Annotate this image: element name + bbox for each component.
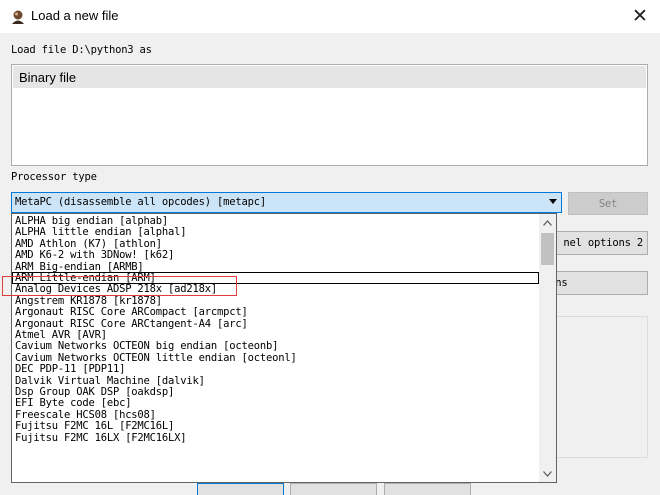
- set-processor-button[interactable]: Set: [568, 192, 648, 215]
- processor-option[interactable]: ALPHA little endian [alphal]: [12, 226, 539, 238]
- help-button[interactable]: [384, 483, 471, 495]
- processor-option[interactable]: AMD K6-2 with 3DNow! [k62]: [12, 249, 539, 261]
- processor-type-select[interactable]: MetaPC (disassemble all opcodes) [metapc…: [11, 192, 562, 213]
- load-format-item[interactable]: Binary file: [13, 66, 646, 88]
- chevron-up-icon: [543, 219, 552, 226]
- processor-option[interactable]: Fujitsu F2MC 16LX [F2MC16LX]: [12, 432, 539, 444]
- processor-option[interactable]: Angstrem KR1878 [kr1878]: [12, 295, 539, 307]
- scroll-down-button[interactable]: [539, 465, 556, 482]
- cancel-button[interactable]: [290, 483, 377, 495]
- close-icon: ✕: [632, 5, 648, 27]
- processor-option[interactable]: Cavium Networks OCTEON little endian [oc…: [12, 352, 539, 364]
- processor-option[interactable]: Analog Devices ADSP 218x [ad218x]: [12, 283, 539, 295]
- processor-option[interactable]: Fujitsu F2MC 16L [F2MC16L]: [12, 420, 539, 432]
- processor-option[interactable]: Freescale HCS08 [hcs08]: [12, 409, 539, 421]
- title-bar: Load a new file ✕: [0, 0, 660, 33]
- scroll-up-button[interactable]: [539, 214, 556, 231]
- processor-option[interactable]: Argonaut RISC Core ARCtangent-A4 [arc]: [12, 318, 539, 330]
- load-file-label: Load file D:\python3 as: [11, 44, 152, 56]
- ok-button[interactable]: [197, 483, 284, 495]
- processor-type-value: MetaPC (disassemble all opcodes) [metapc…: [15, 196, 266, 208]
- processor-option[interactable]: ARM Little-endian [ARM]: [12, 272, 539, 284]
- load-format-list[interactable]: Binary file: [11, 64, 648, 166]
- processor-option[interactable]: DEC PDP-11 [PDP11]: [12, 363, 539, 375]
- scrollbar-thumb[interactable]: [541, 233, 554, 265]
- processor-option[interactable]: ARM Big-endian [ARMB]: [12, 261, 539, 273]
- chevron-down-icon: [543, 470, 552, 477]
- chevron-down-icon: [549, 199, 557, 204]
- processor-option[interactable]: Dalvik Virtual Machine [dalvik]: [12, 375, 539, 387]
- processor-option[interactable]: ALPHA big endian [alphab]: [12, 215, 539, 227]
- processor-option[interactable]: Argonaut RISC Core ARCompact [arcmpct]: [12, 306, 539, 318]
- close-button[interactable]: ✕: [627, 4, 653, 28]
- processor-option[interactable]: Atmel AVR [AVR]: [12, 329, 539, 341]
- dialog-body: Load file D:\python3 as Binary file Proc…: [0, 33, 660, 495]
- processor-dropdown-list[interactable]: ALPHA big endian [alphab] ALPHA little en…: [11, 213, 557, 483]
- ida-app-icon: [12, 10, 24, 24]
- processor-type-label: Processor type: [11, 171, 97, 183]
- processor-option[interactable]: EFI Byte code [ebc]: [12, 397, 539, 409]
- processor-option[interactable]: Cavium Networks OCTEON big endian [octeo…: [12, 340, 539, 352]
- window-title: Load a new file: [31, 8, 119, 23]
- processor-option[interactable]: AMD Athlon (K7) [athlon]: [12, 238, 539, 250]
- processor-option[interactable]: Dsp Group OAK DSP [oakdsp]: [12, 386, 539, 398]
- dropdown-scrollbar[interactable]: [539, 214, 556, 482]
